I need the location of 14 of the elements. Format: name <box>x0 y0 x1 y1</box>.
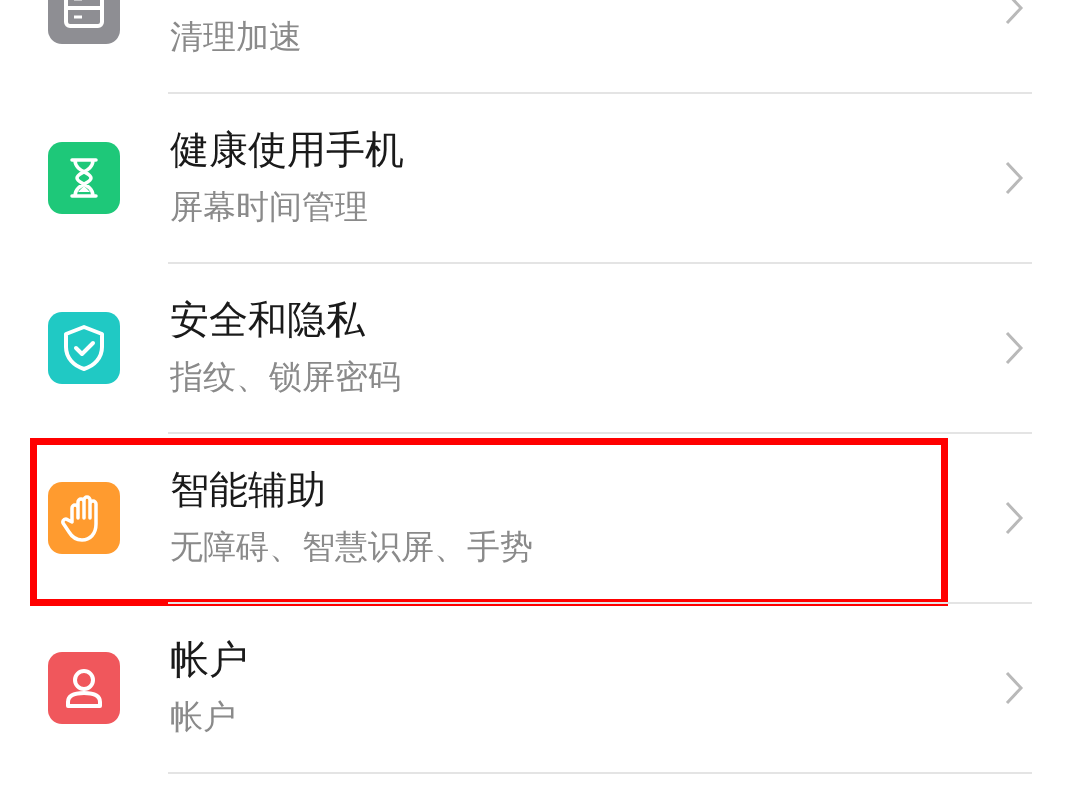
setting-title: 智能辅助 <box>170 466 327 514</box>
setting-title: 健康使用手机 <box>170 126 405 174</box>
chevron-icon <box>1004 330 1024 366</box>
chevron-icon <box>1004 0 1024 26</box>
setting-subtitle: 清理加速 <box>170 16 303 58</box>
chevron-icon <box>1004 670 1024 706</box>
chevron-icon <box>1004 160 1024 196</box>
chevron-icon <box>1004 500 1024 536</box>
setting-subtitle: 指纹、锁屏密码 <box>170 356 402 398</box>
setting-title: 帐户 <box>170 636 249 684</box>
setting-title: 安全和隐私 <box>170 296 366 344</box>
setting-subtitle: 帐户 <box>170 696 237 738</box>
setting-subtitle: 无障碍、智慧识屏、手势 <box>170 526 534 568</box>
setting-subtitle: 屏幕时间管理 <box>170 186 369 228</box>
